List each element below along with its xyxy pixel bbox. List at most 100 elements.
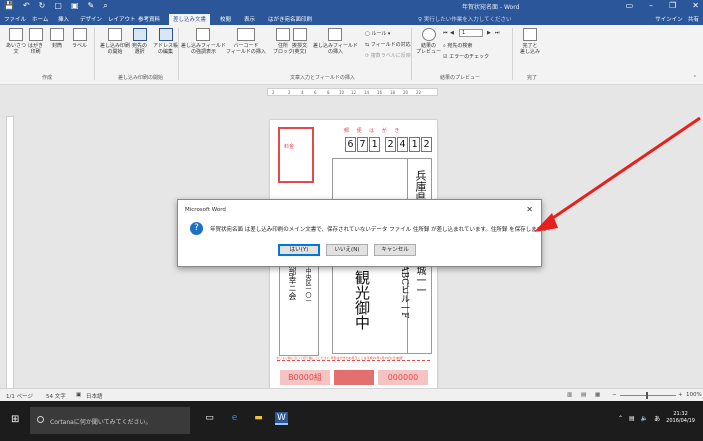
envelope-button[interactable]: 封筒: [50, 28, 64, 49]
new-doc-icon[interactable]: ▢: [54, 1, 62, 11]
postal-digit: 7: [357, 137, 368, 152]
hagaki-print-button[interactable]: はがき 印刷: [28, 28, 43, 55]
tab-view[interactable]: 表示: [244, 15, 255, 23]
address-block-button[interactable]: 住所 ブロック: [273, 28, 293, 55]
web-layout-icon[interactable]: ▦: [595, 392, 600, 398]
next-record-icon[interactable]: ▶: [487, 30, 491, 36]
last-record-icon[interactable]: ⏭: [495, 30, 500, 36]
tell-me-search[interactable]: ♀ 実行したい作業を入力してください: [418, 15, 511, 23]
zoom-slider[interactable]: [620, 395, 676, 396]
ribbon-display-icon[interactable]: ▭: [626, 1, 634, 10]
page-count[interactable]: 1/1 ページ: [6, 392, 33, 400]
clock-date: 2016/04/19: [666, 418, 695, 424]
cancel-button[interactable]: キャンセル: [374, 244, 416, 256]
hagaki-label: はがき 印刷: [28, 43, 44, 55]
tab-references[interactable]: 参考資料: [138, 15, 160, 23]
tab-mailings[interactable]: 差し込み文書: [169, 14, 211, 25]
select-recipients-button[interactable]: 宛先の 選択: [132, 28, 147, 55]
zoom-out-icon[interactable]: −: [612, 392, 617, 398]
read-mode-icon[interactable]: ▥: [567, 392, 572, 398]
edge-icon[interactable]: e: [228, 412, 241, 425]
find-recipient-button[interactable]: ⌕ 宛先の検索: [443, 42, 472, 49]
insert-field-label: 差し込みフィールド の挿入: [313, 43, 358, 55]
tab-home[interactable]: ホーム: [32, 15, 48, 23]
question-icon: ?: [190, 222, 203, 235]
minimize-icon[interactable]: –: [649, 1, 653, 10]
ime-icon[interactable]: あ: [654, 414, 660, 423]
tab-hagaki[interactable]: はがき宛名面印刷: [268, 15, 312, 23]
group-create-label: 作成: [42, 75, 53, 81]
redo-icon[interactable]: ↻: [39, 1, 46, 11]
volume-icon[interactable]: 🔈: [641, 415, 648, 422]
collapse-ribbon-icon[interactable]: ⌃: [693, 75, 697, 81]
zoom-in-icon[interactable]: +: [678, 392, 683, 398]
proofing-icon[interactable]: ▣: [76, 392, 81, 398]
greeting-line-button[interactable]: 挨拶文 (英文): [292, 28, 307, 55]
print-layout-icon[interactable]: ▤: [581, 392, 586, 398]
tab-layout[interactable]: レイアウト: [108, 15, 136, 23]
open-icon[interactable]: ▣: [71, 1, 79, 11]
word-count[interactable]: 54 文字: [46, 392, 66, 400]
cortana-icon: [37, 416, 44, 423]
labels-button[interactable]: ラベル: [72, 28, 87, 49]
undo-icon[interactable]: ↶: [23, 1, 30, 11]
tab-insert[interactable]: 挿入: [58, 15, 69, 23]
rules-button[interactable]: ▢ ルール ▾: [365, 30, 390, 37]
preview-results-button[interactable]: 結果の プレビュー: [416, 28, 441, 55]
record-number-input[interactable]: 1: [459, 29, 483, 37]
tab-file[interactable]: ファイル: [4, 15, 26, 23]
check-label: エラーのチェック: [449, 54, 490, 60]
greeting-label: あいさつ 文: [6, 43, 27, 55]
close-icon[interactable]: ✕: [526, 205, 533, 214]
cortana-search-box[interactable]: Cortanaに何か聞いてみてください。: [30, 407, 190, 434]
ruler-tick: 18: [390, 90, 396, 95]
greeting-button[interactable]: あいさつ 文: [6, 28, 26, 55]
start-merge-button[interactable]: 差し込み印刷 の開始: [100, 28, 130, 55]
barcode-field-button[interactable]: バーコード フィールドの挿入: [226, 28, 266, 55]
ruler-tick: 2: [272, 90, 275, 95]
update-labels-button[interactable]: ⟳ 複数ラベルに反映: [365, 52, 411, 59]
ruler-tick: 12: [351, 90, 357, 95]
zoom-slider-thumb[interactable]: [646, 392, 648, 399]
windows-start-icon[interactable]: ⊞: [11, 414, 19, 425]
insert-merge-field-button[interactable]: 差し込みフィールド の挿入: [313, 28, 358, 55]
stamp-label: 料金: [284, 144, 295, 150]
file-explorer-icon[interactable]: ▬: [252, 412, 265, 425]
check-errors-button[interactable]: ☑ エラーのチェック: [443, 53, 489, 60]
share-button[interactable]: 共有: [688, 17, 699, 23]
tray-expand-icon[interactable]: ⌃: [618, 415, 623, 422]
match-fields-button[interactable]: ⇆ フィールドの対応: [365, 41, 411, 48]
yes-button[interactable]: はい(Y): [278, 244, 320, 256]
clock[interactable]: 21:32 2016/04/19: [666, 411, 695, 425]
word-app-icon[interactable]: W: [275, 412, 288, 425]
tab-review[interactable]: 校閲: [220, 15, 231, 23]
tab-design[interactable]: デザイン: [80, 15, 102, 23]
envelope-icon: [50, 28, 64, 41]
ruler-tick: 16: [377, 90, 383, 95]
draw-icon[interactable]: ✎: [88, 1, 95, 11]
recipients-icon: [132, 28, 147, 41]
preview-icon[interactable]: ⌕: [103, 1, 107, 11]
highlight-fields-button[interactable]: 差し込みフィールド の強調表示: [181, 28, 226, 55]
no-button[interactable]: いいえ(N): [326, 244, 368, 256]
address-list-label: アドレス帳 の編集: [153, 43, 179, 55]
prev-record-icon[interactable]: ◀: [450, 30, 454, 36]
finish-merge-button[interactable]: 完了と 差し込み: [520, 28, 540, 55]
network-icon[interactable]: ▤: [629, 415, 635, 422]
barcode-label: バーコード フィールドの挿入: [226, 43, 266, 55]
task-view-icon[interactable]: ▭: [203, 412, 216, 425]
sign-in-link[interactable]: サインイン: [655, 17, 683, 23]
zoom-level[interactable]: 100%: [686, 392, 702, 398]
first-record-icon[interactable]: ⏮: [443, 30, 448, 36]
close-icon[interactable]: ✕: [692, 1, 699, 10]
envelope-label: 封筒: [51, 43, 62, 49]
edit-address-list-button[interactable]: アドレス帳 の編集: [153, 28, 178, 55]
maximize-icon[interactable]: ❐: [669, 1, 676, 10]
horizontal-ruler: 2 2 4 6 8 10 12 14 16 18 20 22: [267, 88, 438, 96]
language-indicator[interactable]: 日本語: [86, 392, 103, 400]
dialog-message: 年賀状宛名面 は差し込み印刷のメイン文書で、保存されていないデータ ファイル 住…: [210, 227, 551, 233]
save-icon[interactable]: 💾: [4, 1, 14, 11]
postal-digit: 2: [421, 137, 432, 152]
ruler-tick: 10: [339, 90, 345, 95]
title-bar: 💾 ↶ ↻ ▢ ▣ ✎ ⌕ 年賀状宛名面 - Word ▭ – ❐ ✕: [0, 0, 703, 13]
